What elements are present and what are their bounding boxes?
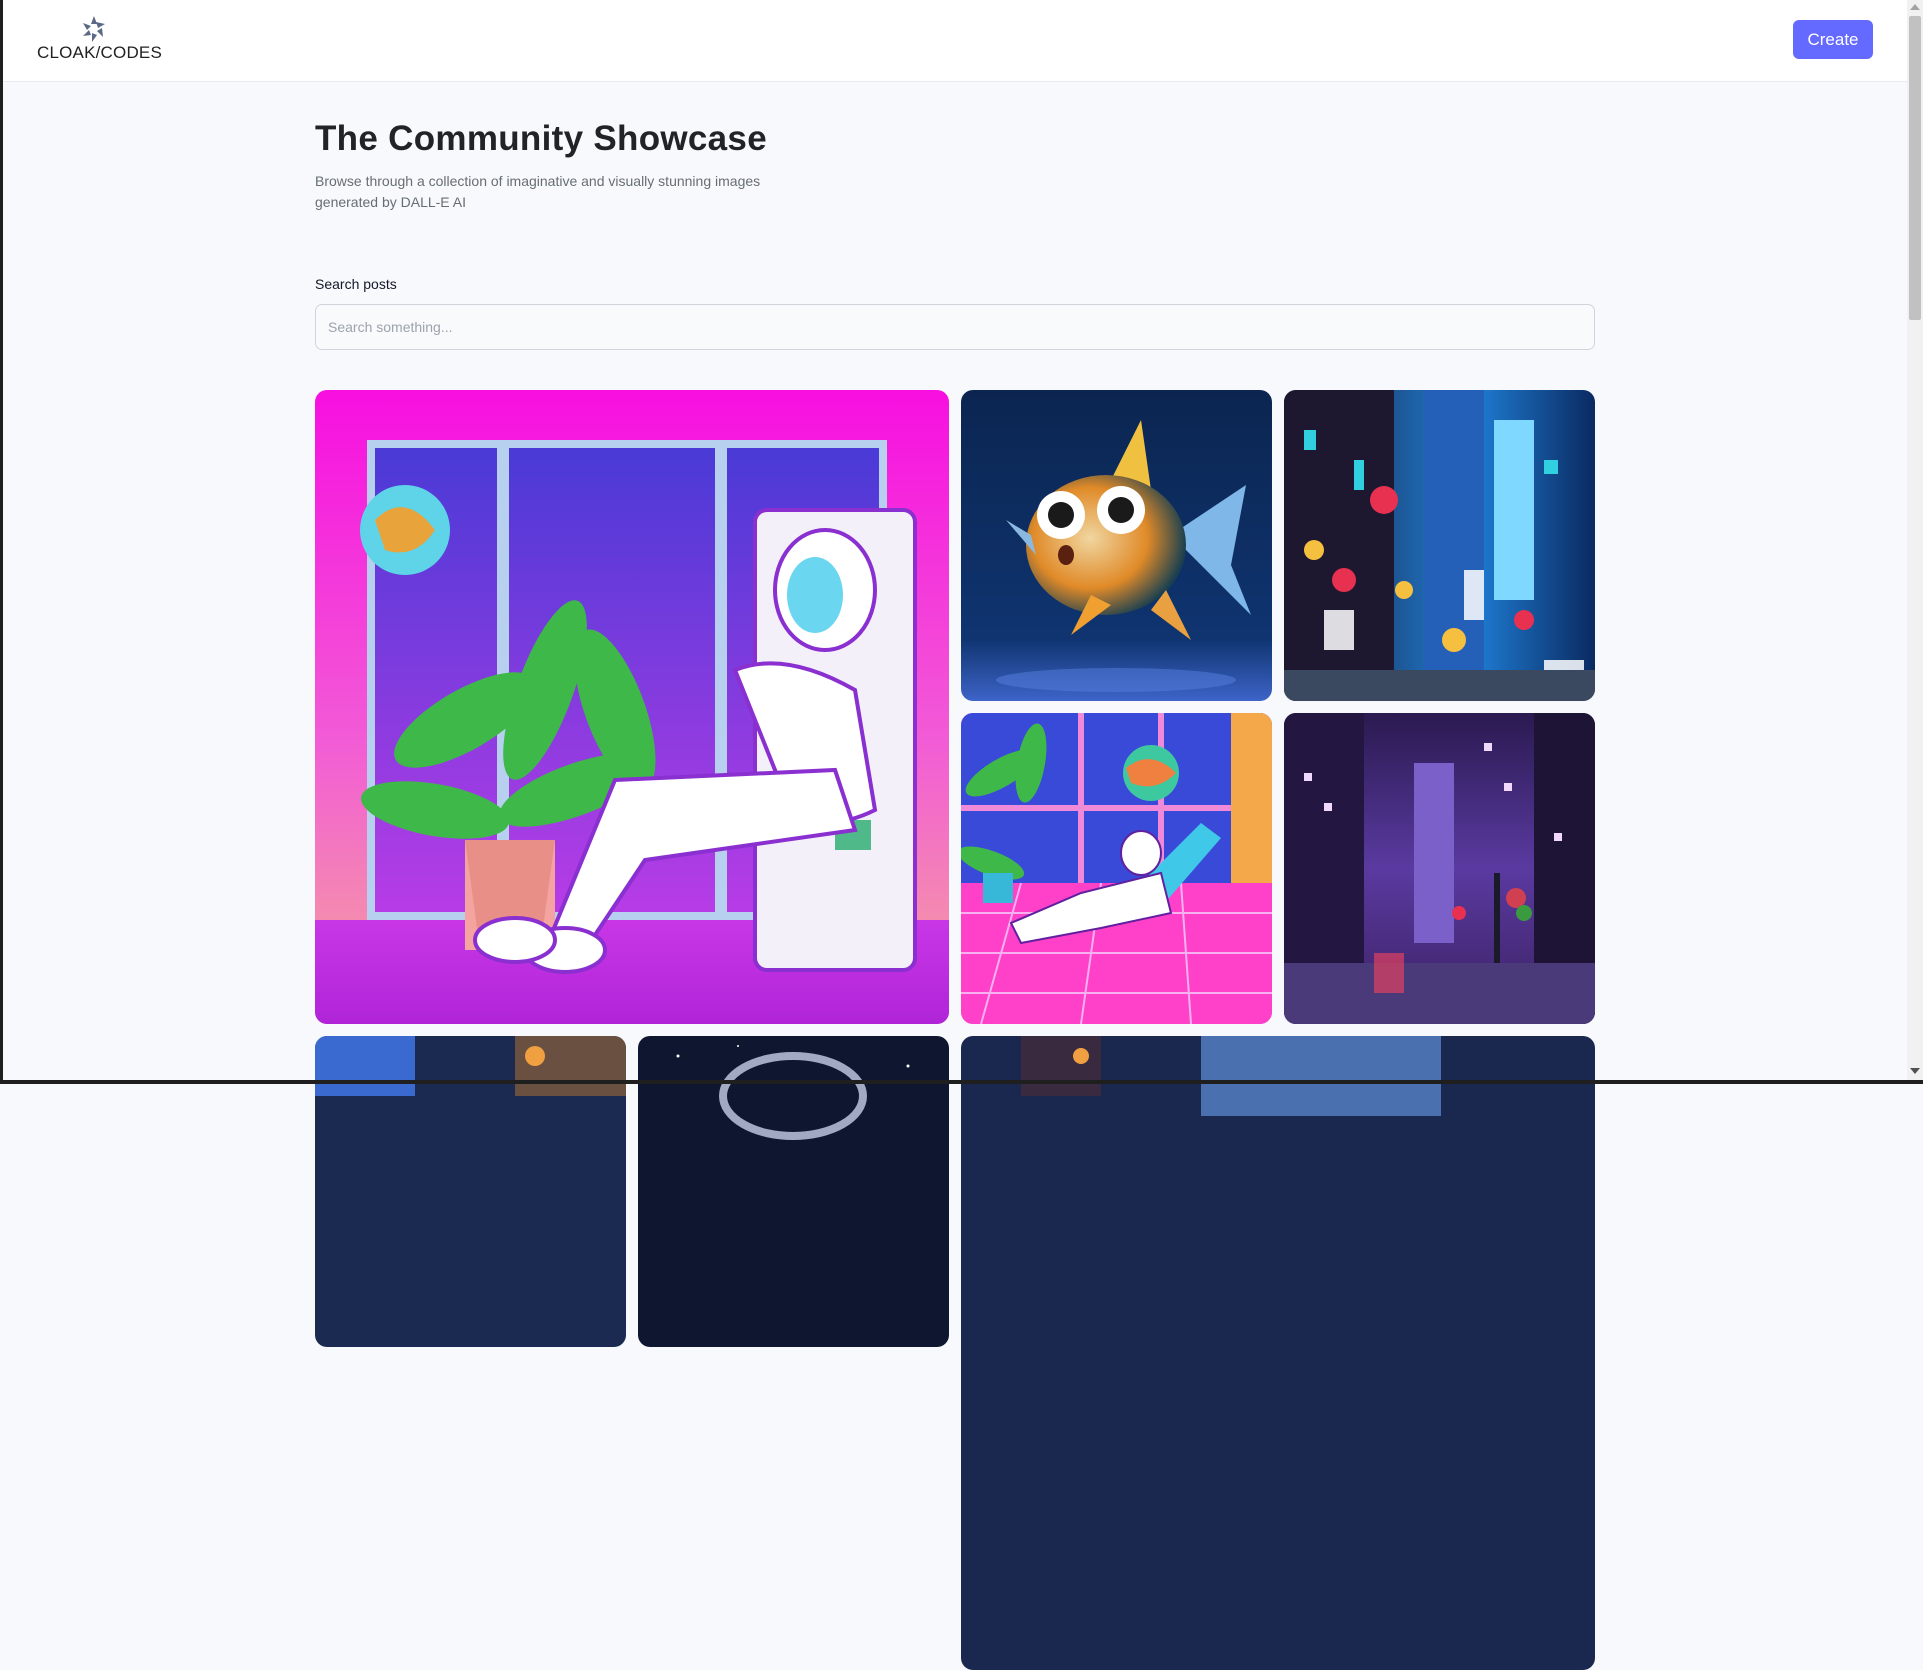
page-title: The Community Showcase [315,119,767,158]
window-edge-bottom [0,1080,1923,1084]
gallery-card[interactable] [961,1036,1595,1670]
gallery-card[interactable] [961,713,1272,1024]
card-image [961,1036,1595,1670]
page-subtitle: Browse through a collection of imaginati… [315,173,761,210]
card-image [961,390,1272,701]
gallery-card[interactable] [1284,713,1595,1024]
search-input[interactable] [315,304,1595,350]
search-label: Search posts [315,276,397,292]
logo-icon [83,16,105,42]
scroll-down-arrow-icon[interactable] [1910,1068,1920,1074]
card-image [961,713,1272,1024]
scroll-thumb[interactable] [1909,16,1921,320]
create-button[interactable]: Create [1793,20,1873,59]
card-image [1284,713,1595,1024]
gallery-card[interactable] [1284,390,1595,701]
site-header: CLOAK/CODES Create [3,0,1907,82]
logo-text: CLOAK/CODES [37,43,163,62]
scroll-up-arrow-icon[interactable] [1910,4,1920,10]
gallery-card[interactable] [315,390,949,1024]
card-image [1284,390,1595,701]
gallery-card[interactable] [961,390,1272,701]
logo[interactable]: CLOAK/CODES [37,16,167,64]
scrollbar[interactable] [1907,0,1923,1080]
card-image [315,390,949,1024]
window-edge [0,0,3,1084]
image-gallery [315,390,1595,1670]
